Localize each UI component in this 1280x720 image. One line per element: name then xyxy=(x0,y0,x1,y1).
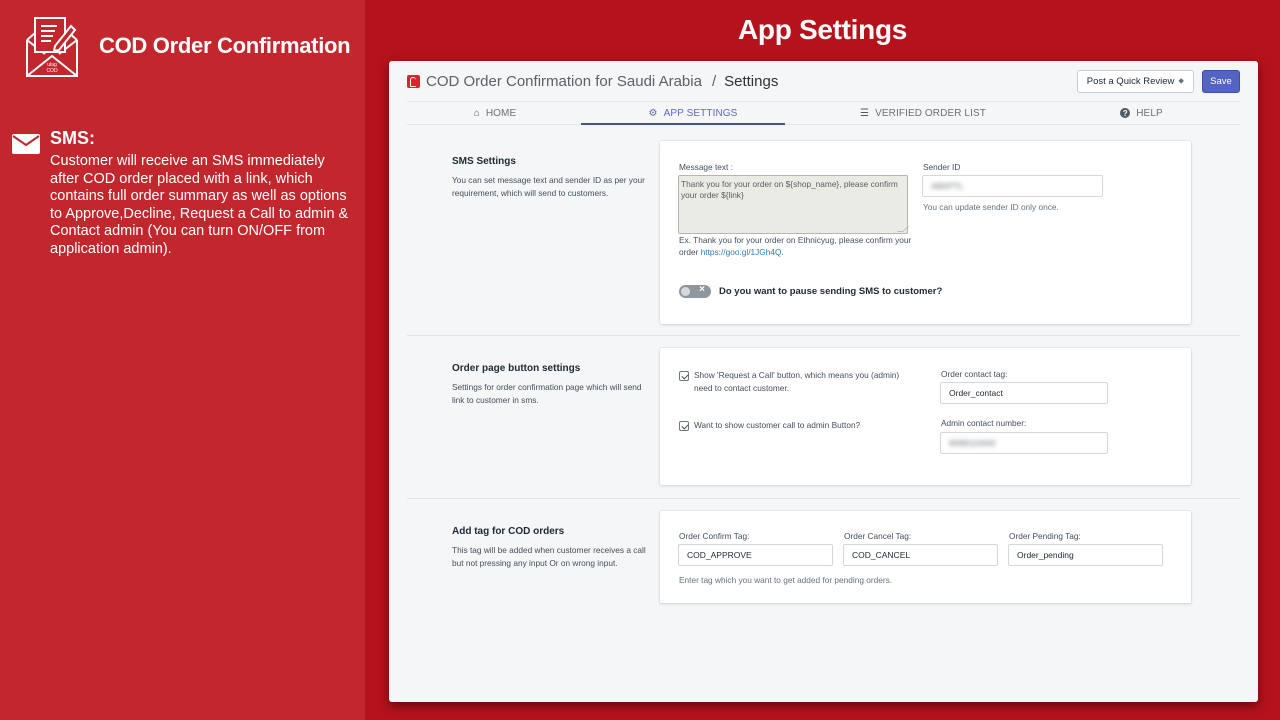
list-icon: ☰ xyxy=(860,107,870,119)
close-icon: × xyxy=(699,284,705,295)
pending-tag-label: Order Pending Tag: xyxy=(1009,531,1081,541)
sender-id-help: You can update sender ID only once. xyxy=(923,202,1059,212)
section-description: This tag will be added when customer rec… xyxy=(452,545,646,568)
brand: ulag COD COD Order Confirmation xyxy=(25,16,351,78)
confirm-tag-input[interactable]: COD_APPROVE xyxy=(678,544,833,566)
feature-description: Customer will receive an SMS immediately… xyxy=(50,153,349,257)
pause-sms-toggle[interactable]: × xyxy=(679,284,711,298)
sms-settings-card: Message text : Thank you for your order … xyxy=(660,141,1191,324)
tab-label: APP SETTINGS xyxy=(663,107,738,119)
section-description: Settings for order confirmation page whi… xyxy=(452,382,642,405)
admin-number-input[interactable]: 9999110000 xyxy=(940,432,1108,454)
sender-id-value: ABKPTL xyxy=(931,181,964,191)
gear-icon: ⚙ xyxy=(648,107,658,119)
call-admin-label: Want to show customer call to admin Butt… xyxy=(694,420,861,430)
app-window: COD Order Confirmation for Saudi Arabia … xyxy=(389,61,1258,702)
tab-label: VERIFIED ORDER LIST xyxy=(875,107,986,119)
section-description: You can set message text and sender ID a… xyxy=(452,175,645,198)
envelope-icon xyxy=(12,134,40,154)
page-heading: App Settings xyxy=(737,14,908,45)
message-text-input[interactable]: Thank you for your order on ${shop_name}… xyxy=(678,175,909,234)
resize-handle[interactable] xyxy=(897,226,909,232)
message-example: Ex. Thank you for your order on Ethnicyu… xyxy=(679,234,919,258)
request-call-checkbox[interactable] xyxy=(679,371,689,381)
section-title: Add tag for COD orders xyxy=(452,526,565,537)
post-review-button[interactable]: Post a Quick Review ⬥ xyxy=(1076,69,1194,93)
cancel-tag-input[interactable]: COD_CANCEL xyxy=(843,544,998,566)
tab-home[interactable]: ⌂ HOME xyxy=(407,102,583,125)
cod-tags-section: Add tag for COD orders This tag will be … xyxy=(407,511,1240,603)
promo-panel: ulag COD COD Order Confirmation SMS: Cus… xyxy=(0,0,365,720)
tab-label: HOME xyxy=(485,107,517,119)
sender-id-label: Sender ID xyxy=(923,162,961,172)
tab-bar: ⌂ HOME ⚙ APP SETTINGS ☰ VERIFIED ORDER L… xyxy=(407,102,1240,125)
admin-number-value: 9999110000 xyxy=(949,438,996,448)
toggle-knob xyxy=(681,287,690,296)
example-link[interactable]: https://goo.gl/1JGh4Q. xyxy=(701,247,784,257)
app-logo-icon xyxy=(407,74,420,88)
order-page-button-info: Order page button settings Settings for … xyxy=(452,363,647,406)
breadcrumb-current-page: Settings xyxy=(724,72,779,90)
confirm-tag-label: Order Confirm Tag: xyxy=(679,531,750,541)
cancel-tag-value: COD_CANCEL xyxy=(852,550,911,560)
cancel-tag-label: Order Cancel Tag: xyxy=(844,531,912,541)
tab-help[interactable]: ? HELP xyxy=(1043,102,1240,125)
order-page-button-section: Order page button settings Settings for … xyxy=(407,348,1240,486)
request-call-label: Show 'Request a Call' button, which mean… xyxy=(694,370,900,393)
post-review-label: Post a Quick Review xyxy=(1086,75,1175,87)
home-icon: ⌂ xyxy=(473,107,480,119)
message-text-label: Message text : xyxy=(679,162,733,172)
cod-tags-card: Order Confirm Tag: COD_APPROVE Order Can… xyxy=(660,511,1191,603)
header-actions: Post a Quick Review ⬥ Save xyxy=(1076,69,1240,93)
pause-sms-label: Do you want to pause sending SMS to cust… xyxy=(719,286,943,297)
section-title: SMS Settings xyxy=(452,156,516,167)
tab-label: HELP xyxy=(1136,107,1163,119)
breadcrumb-app-link[interactable]: COD Order Confirmation for Saudi Arabia xyxy=(426,73,702,90)
section-title: Order page button settings xyxy=(452,363,581,374)
confirm-tag-value: COD_APPROVE xyxy=(687,550,752,560)
contact-tag-input[interactable]: Order_contact xyxy=(940,382,1108,404)
contact-tag-value: Order_contact xyxy=(949,388,1003,398)
feature-title: SMS: xyxy=(50,128,95,148)
help-icon: ? xyxy=(1120,108,1131,118)
call-admin-checkbox[interactable] xyxy=(679,421,689,431)
pending-tag-input[interactable]: Order_pending xyxy=(1008,544,1163,566)
contact-tag-label: Order contact tag: xyxy=(941,369,1008,379)
select-caret-icon: ⬥ xyxy=(1178,76,1184,85)
sender-id-input[interactable]: ABKPTL xyxy=(922,175,1103,197)
pending-tag-value: Order_pending xyxy=(1017,550,1074,560)
message-text-value: Thank you for your order on ${shop_name}… xyxy=(681,179,898,200)
envelope-edit-logo-icon: ulag COD xyxy=(26,17,78,77)
sms-settings-info: SMS Settings You can set message text an… xyxy=(452,156,647,199)
cod-tags-info: Add tag for COD orders This tag will be … xyxy=(452,526,647,569)
sms-settings-section: SMS Settings You can set message text an… xyxy=(407,141,1240,325)
tab-app-settings[interactable]: ⚙ APP SETTINGS xyxy=(581,102,803,125)
section-divider xyxy=(407,498,1240,499)
svg-text:COD: COD xyxy=(46,68,58,74)
save-button[interactable]: Save xyxy=(1202,69,1240,93)
app-header: COD Order Confirmation for Saudi Arabia … xyxy=(407,61,1240,102)
section-divider xyxy=(407,335,1240,336)
breadcrumb-separator: / xyxy=(711,72,717,90)
admin-number-label: Admin contact number: xyxy=(941,418,1027,428)
pending-tag-help: Enter tag which you want to get added fo… xyxy=(679,575,893,585)
order-page-button-card: Show 'Request a Call' button, which mean… xyxy=(660,348,1191,485)
brand-title: COD Order Confirmation xyxy=(99,33,351,58)
tab-verified-order-list[interactable]: ☰ VERIFIED ORDER LIST xyxy=(803,102,1043,125)
